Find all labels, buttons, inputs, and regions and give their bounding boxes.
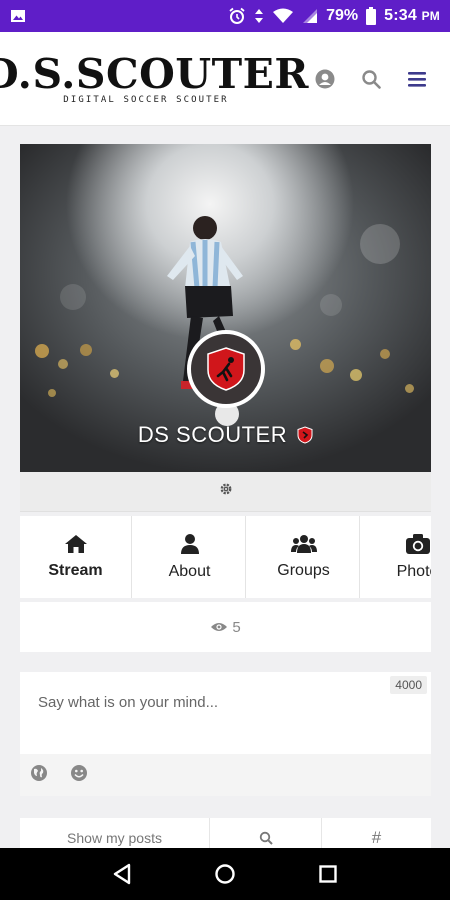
bokeh-light: [350, 369, 362, 381]
status-bar: 79% 5:34 PM: [0, 0, 450, 32]
profile-views: 5: [20, 602, 431, 652]
filter-search[interactable]: [210, 818, 322, 848]
bokeh-light: [60, 284, 86, 310]
tab-label: About: [168, 563, 211, 580]
char-limit-badge: 4000: [390, 676, 427, 694]
site-logo[interactable]: D.S.SCOUTER DIGITAL SOCCER SCOUTER: [0, 52, 308, 105]
tab-photo[interactable]: Photo: [362, 516, 431, 598]
bokeh-light: [48, 389, 56, 397]
wifi-icon: [272, 8, 294, 24]
bokeh-light: [80, 344, 92, 356]
clock: 5:34 PM: [384, 7, 440, 25]
bokeh-light: [380, 349, 390, 359]
logo-text: D.S.SCOUTER: [0, 50, 309, 98]
tab-label: Groups: [277, 562, 330, 579]
bokeh-light: [320, 294, 342, 316]
post-input[interactable]: Say what is on your mind...: [20, 672, 431, 754]
battery-percentage: 79%: [326, 7, 359, 24]
profile-name-row: DS SCOUTER: [20, 422, 431, 448]
profile-name: DS SCOUTER: [137, 422, 288, 447]
tab-label: Stream: [48, 562, 103, 579]
globe-icon[interactable]: [30, 764, 48, 787]
menu-icon[interactable]: [406, 68, 428, 90]
user-icon: [180, 534, 199, 554]
smile-icon[interactable]: [70, 764, 88, 787]
home-icon: [64, 535, 87, 553]
hashtag-icon: #: [371, 828, 382, 847]
alarm-icon: [228, 7, 246, 25]
filter-hashtag[interactable]: #: [322, 818, 431, 848]
views-count: 5: [232, 618, 241, 636]
bokeh-light: [58, 359, 68, 369]
app-screen: 79% 5:34 PM D.S.SCOUTER DIGITAL SOCCER S…: [0, 0, 450, 900]
gear-icon[interactable]: [219, 482, 233, 501]
logo-tagline: DIGITAL SOCCER SCOUTER: [63, 95, 229, 105]
search-icon: [259, 831, 273, 845]
back-icon[interactable]: [108, 860, 136, 888]
profile-tabs: Stream About Groups Photo: [20, 516, 431, 598]
users-icon: [290, 535, 317, 553]
search-icon[interactable]: [360, 68, 382, 90]
camera-icon: [405, 534, 430, 554]
cover-photo[interactable]: DS SCOUTER: [20, 144, 431, 472]
post-composer: Say what is on your mind... 4000: [20, 672, 431, 796]
main-content: DS SCOUTER Stream About Groups Phot 5 Sa…: [0, 126, 450, 848]
home-circle-icon[interactable]: [211, 860, 239, 888]
image-icon: [10, 8, 26, 24]
bokeh-light: [110, 369, 119, 378]
recents-icon[interactable]: [314, 860, 342, 888]
app-header: D.S.SCOUTER DIGITAL SOCCER SCOUTER: [0, 32, 450, 126]
signal-icon: [302, 8, 318, 24]
battery-icon: [366, 7, 377, 25]
bokeh-light: [405, 384, 414, 393]
clock-suffix: PM: [421, 9, 440, 23]
shield-emblem-icon: [207, 347, 245, 391]
tab-stream[interactable]: Stream: [20, 516, 132, 598]
profile-settings-bar: [20, 472, 431, 512]
tab-groups[interactable]: Groups: [248, 516, 360, 598]
bokeh-light: [360, 224, 400, 264]
profile-avatar[interactable]: [187, 330, 265, 408]
user-icon[interactable]: [314, 68, 336, 90]
system-nav-bar: [0, 848, 450, 900]
shield-badge-icon: [297, 426, 313, 444]
eye-icon: [211, 623, 228, 631]
clock-time: 5:34: [384, 7, 417, 24]
tab-label: Photo: [396, 563, 431, 580]
stream-filters: Show my posts #: [20, 818, 431, 848]
filter-my-posts[interactable]: Show my posts: [20, 818, 210, 848]
composer-toolbar: [20, 754, 431, 796]
filter-label: Show my posts: [67, 830, 162, 846]
tab-about[interactable]: About: [134, 516, 246, 598]
bokeh-light: [35, 344, 49, 358]
bokeh-light: [320, 359, 334, 373]
data-arrows-icon: [254, 8, 264, 24]
